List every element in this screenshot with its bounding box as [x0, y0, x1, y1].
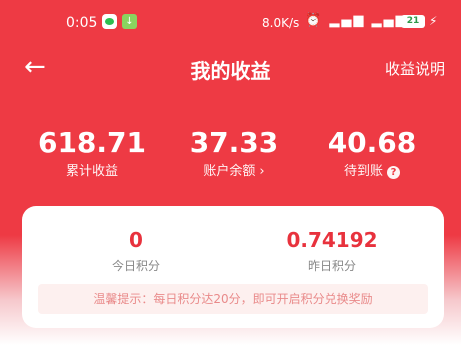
- status-time: 0:05: [66, 15, 98, 31]
- network-speed: 8.0K/s: [262, 16, 300, 30]
- points-value: 0.74192: [286, 228, 378, 252]
- stat-value: 40.68: [327, 126, 417, 159]
- stat-value: 37.33: [189, 126, 279, 159]
- stat-label-row: 待到账?: [302, 162, 442, 182]
- today-points: 0 今日积分: [36, 228, 236, 275]
- stat-pending: 40.68 待到账?: [302, 126, 442, 182]
- points-label: 今日积分: [111, 259, 160, 273]
- yesterday-points: 0.74192 昨日积分: [232, 228, 432, 275]
- chevron-right-icon: ›: [259, 164, 265, 179]
- nav-bar: ← 我的收益 收益说明: [0, 46, 461, 94]
- stat-label-row: 账户余额 ›: [164, 162, 304, 182]
- stat-value: 618.71: [37, 126, 147, 159]
- download-icon: ↓: [122, 14, 137, 29]
- points-value: 0: [129, 228, 143, 252]
- battery-icon: 21: [401, 15, 425, 28]
- stat-total-earnings: 618.71 累计收益: [22, 126, 162, 182]
- stat-label: 待到账: [343, 164, 383, 179]
- earnings-help-link[interactable]: 收益说明: [385, 58, 445, 79]
- help-circle-icon[interactable]: ?: [387, 166, 400, 179]
- stat-label: 累计收益: [65, 164, 118, 179]
- points-label: 昨日积分: [307, 259, 356, 273]
- earnings-stats: 618.71 累计收益 37.33 账户余额 › 40.68 待到账?: [0, 126, 461, 186]
- status-bar: 0:05 ↓ 8.0K/s ⏰ ▂▄▆ ▂▄▆ ◠ 21 ⚡: [0, 0, 461, 46]
- charging-icon: ⚡: [429, 14, 438, 28]
- points-card: 0 今日积分 0.74192 昨日积分 温馨提示：每日积分达20分，即可开启积分…: [22, 206, 444, 328]
- stat-account-balance[interactable]: 37.33 账户余额 ›: [164, 126, 304, 182]
- stat-label: 账户余额: [203, 164, 256, 179]
- wechat-icon: [102, 14, 117, 29]
- points-tip: 温馨提示：每日积分达20分，即可开启积分兑换奖励: [38, 284, 428, 314]
